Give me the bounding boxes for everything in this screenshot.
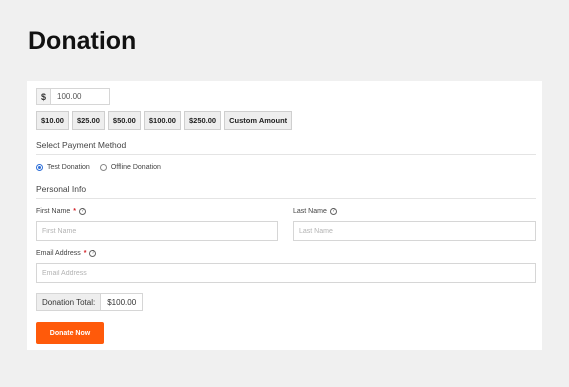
custom-amount-button[interactable]: Custom Amount <box>224 111 293 130</box>
first-name-field[interactable] <box>36 221 278 241</box>
divider <box>36 154 536 155</box>
donation-total-label: Donation Total: <box>36 293 102 311</box>
amount-input[interactable] <box>51 88 110 105</box>
currency-symbol: $ <box>36 88 51 105</box>
offline-donation-label[interactable]: Offline Donation <box>111 164 161 171</box>
payment-method-heading: Select Payment Method <box>36 140 127 150</box>
last-name-field[interactable] <box>293 221 536 241</box>
last-name-label: Last Name ? <box>293 208 337 215</box>
amount-field: $ <box>36 88 110 105</box>
help-icon[interactable]: ? <box>78 208 86 215</box>
help-icon[interactable]: ? <box>329 208 337 215</box>
level-button-10[interactable]: $10.00 <box>36 111 69 130</box>
help-icon[interactable]: ? <box>89 250 97 257</box>
payment-gateways: Test Donation Offline Donation <box>36 164 167 171</box>
level-button-250[interactable]: $250.00 <box>183 111 222 130</box>
required-marker: * <box>73 208 76 215</box>
level-button-25[interactable]: $25.00 <box>71 111 105 130</box>
personal-info-heading: Personal Info <box>36 184 87 194</box>
level-button-100[interactable]: $100.00 <box>143 111 181 130</box>
donation-total-value: $100.00 <box>101 293 144 311</box>
radio-test-donation[interactable] <box>36 164 43 171</box>
email-label-text: Email Address <box>36 250 81 257</box>
donate-now-button[interactable]: Donate Now <box>36 322 104 344</box>
donation-total: Donation Total: $100.00 <box>36 293 144 311</box>
required-marker: * <box>83 250 87 257</box>
radio-offline-donation[interactable] <box>99 164 107 171</box>
email-label: Email Address * ? <box>36 250 97 257</box>
test-donation-label[interactable]: Test Donation <box>47 164 90 171</box>
last-name-label-text: Last Name <box>293 208 327 215</box>
donation-form: $ $10.00 $25.00 $50.00 $100.00 $250.00 C… <box>27 81 542 350</box>
first-name-label: First Name * ? <box>36 208 86 215</box>
level-button-50[interactable]: $50.00 <box>107 111 141 130</box>
donation-levels: $10.00 $25.00 $50.00 $100.00 $250.00 Cus… <box>36 111 293 130</box>
divider <box>36 198 536 199</box>
first-name-label-text: First Name <box>36 208 71 215</box>
email-field[interactable] <box>36 263 536 283</box>
page-title: Donation <box>28 27 137 55</box>
